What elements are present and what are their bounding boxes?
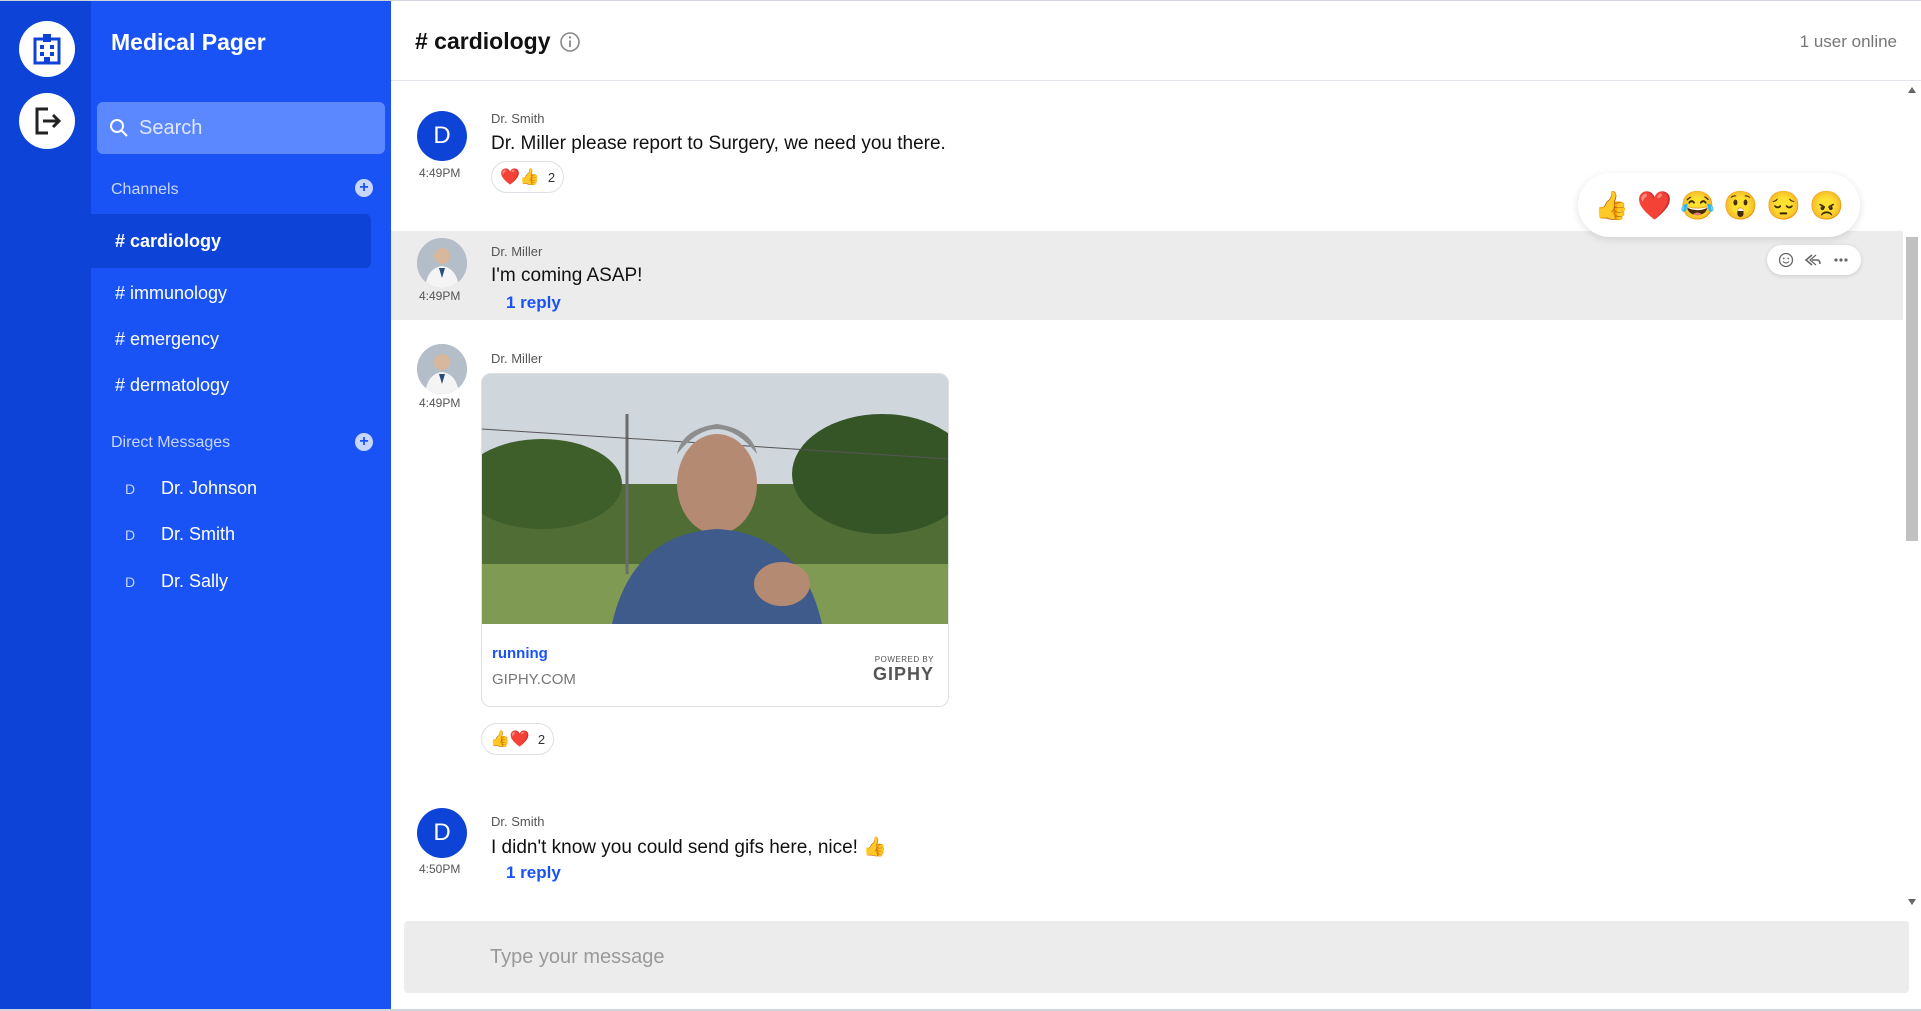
- reaction-angry[interactable]: 😠: [1809, 189, 1844, 222]
- message-list: D 4:49PM Dr. Smith Dr. Miller please rep…: [391, 81, 1903, 911]
- reaction-surprised[interactable]: 😲: [1723, 189, 1758, 222]
- reaction-sad[interactable]: 😔: [1766, 189, 1801, 222]
- giphy-powered-by: POWERED BY: [874, 655, 934, 664]
- scrollbar-thumb[interactable]: [1906, 237, 1918, 541]
- dm-initial: D: [125, 480, 136, 497]
- message-text: Dr. Miller please report to Surgery, we …: [491, 133, 946, 154]
- message-text: I didn't know you could send gifs here, …: [491, 837, 887, 858]
- avatar[interactable]: D: [417, 808, 467, 858]
- info-icon[interactable]: [559, 31, 581, 58]
- reaction-thumbs-up[interactable]: 👍: [1594, 189, 1629, 222]
- message-item: 4:49PM Dr. Miller I'm coming ASAP! 1 rep…: [391, 231, 1903, 320]
- message-time: 4:50PM: [419, 862, 461, 876]
- sidebar: Medical Pager Search Channels + # cardio…: [91, 0, 391, 1011]
- message-time: 4:49PM: [419, 166, 461, 180]
- avatar[interactable]: [417, 344, 467, 394]
- hospital-icon[interactable]: [19, 21, 75, 77]
- message-text: I'm coming ASAP!: [491, 265, 643, 286]
- dm-name: Dr. Johnson: [161, 478, 258, 498]
- scrollbar[interactable]: [1903, 81, 1921, 911]
- message-author: Dr. Smith: [491, 111, 545, 126]
- reaction-count: 2: [537, 731, 546, 747]
- app-title: Medical Pager: [111, 29, 266, 55]
- message-item: D 4:50PM Dr. Smith I didn't know you cou…: [391, 791, 1903, 901]
- channel-dermatology[interactable]: # dermatology: [91, 358, 371, 412]
- reply-icon[interactable]: [1804, 252, 1822, 268]
- avatar[interactable]: [417, 238, 467, 288]
- message-author: Dr. Smith: [491, 814, 545, 829]
- dm-dr-johnson[interactable]: D Dr. Johnson: [125, 478, 257, 499]
- avatar[interactable]: D: [417, 111, 467, 161]
- message-author: Dr. Miller: [491, 244, 543, 259]
- main-panel: # cardiology 1 user online D 4:49PM Dr. …: [391, 0, 1921, 1011]
- icon-rail: [0, 0, 91, 1011]
- reaction-count: 2: [547, 169, 556, 185]
- app-window: Medical Pager Search Channels + # cardio…: [0, 0, 1921, 1011]
- scroll-down-arrow[interactable]: [1908, 899, 1916, 905]
- gif-domain: GIPHY.COM: [492, 671, 576, 688]
- scroll-up-arrow[interactable]: [1908, 87, 1916, 93]
- add-reaction-icon[interactable]: [1778, 252, 1794, 268]
- reaction-list[interactable]: 👍❤️ 2: [481, 723, 555, 755]
- reply-link[interactable]: 1 reply: [506, 293, 561, 313]
- channels-header: Channels: [111, 181, 179, 198]
- direct-messages-header: Direct Messages: [111, 434, 231, 451]
- message-input[interactable]: Type your message: [404, 921, 1909, 993]
- channel-header: # cardiology 1 user online: [391, 1, 1921, 81]
- message-author: Dr. Miller: [491, 351, 543, 366]
- dm-initial: D: [125, 526, 136, 543]
- search-icon: [110, 119, 128, 137]
- search-input[interactable]: Search: [97, 102, 385, 154]
- reaction-laugh[interactable]: 😂: [1680, 189, 1715, 222]
- message-actions: [1767, 245, 1861, 275]
- dm-dr-sally[interactable]: D Dr. Sally: [125, 571, 228, 592]
- reaction-emojis: ❤️👍: [500, 169, 540, 186]
- dm-name: Dr. Smith: [161, 524, 236, 544]
- message-time: 4:49PM: [419, 289, 461, 303]
- reaction-list[interactable]: ❤️👍 2: [491, 161, 565, 193]
- dm-dr-smith[interactable]: D Dr. Smith: [125, 524, 235, 545]
- gif-title[interactable]: running: [492, 645, 548, 662]
- search-placeholder: Search: [139, 116, 203, 139]
- logout-icon[interactable]: [19, 93, 75, 149]
- emoji-reaction-picker: 👍 ❤️ 😂 😲 😔 😠: [1578, 173, 1860, 237]
- more-options-icon[interactable]: [1832, 252, 1850, 268]
- reaction-emojis: 👍❤️: [490, 731, 530, 748]
- reply-link[interactable]: 1 reply: [506, 863, 561, 883]
- add-dm-icon[interactable]: +: [355, 433, 373, 451]
- add-channel-icon[interactable]: +: [355, 179, 373, 197]
- gif-attachment[interactable]: running GIPHY.COM POWERED BY GIPHY: [481, 373, 949, 707]
- giphy-brand: GIPHY: [872, 664, 934, 684]
- message-input-placeholder: Type your message: [490, 945, 665, 968]
- channel-title: # cardiology: [415, 28, 551, 54]
- online-count: 1 user online: [1799, 32, 1897, 51]
- channel-cardiology[interactable]: # cardiology: [91, 214, 371, 268]
- message-time: 4:49PM: [419, 396, 461, 410]
- dm-initial: D: [125, 573, 136, 590]
- dm-name: Dr. Sally: [161, 571, 229, 591]
- gif-image[interactable]: [482, 374, 948, 624]
- reaction-heart[interactable]: ❤️: [1637, 189, 1672, 222]
- giphy-logo: POWERED BY GIPHY: [873, 655, 934, 685]
